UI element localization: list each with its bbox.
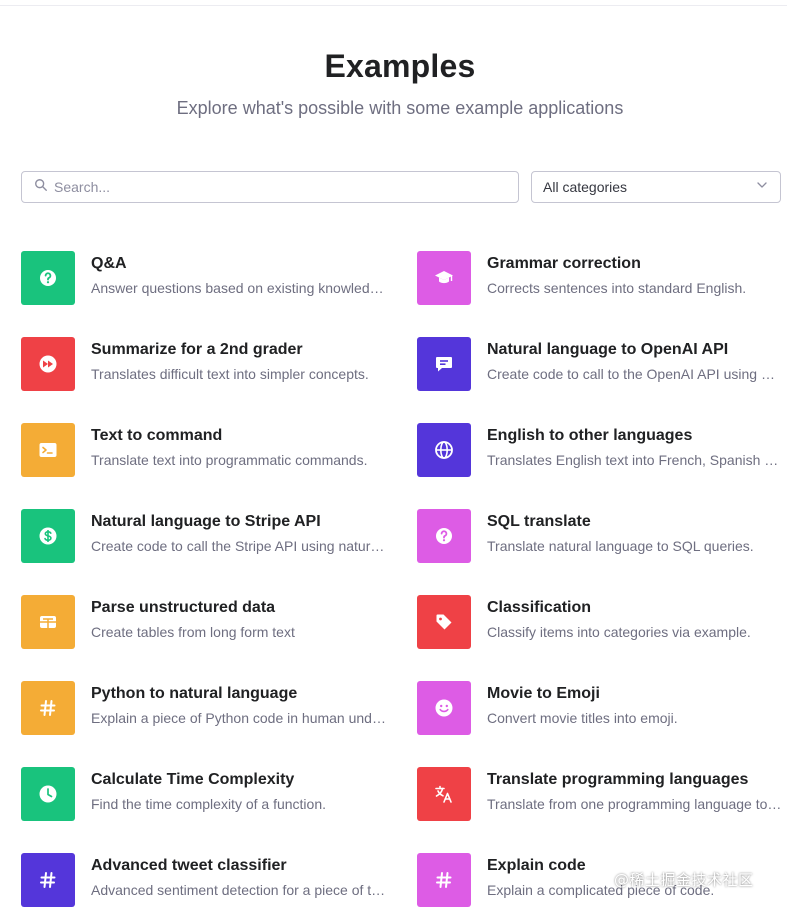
- example-title: Translate programming languages: [487, 771, 749, 788]
- example-title: Calculate Time Complexity: [91, 771, 295, 788]
- example-title: Parse unstructured data: [91, 599, 276, 616]
- search-input[interactable]: [54, 179, 494, 195]
- globe-icon: [417, 423, 471, 477]
- search-box[interactable]: [21, 171, 519, 203]
- search-icon: [34, 178, 48, 197]
- example-card[interactable]: SQL translate Translate natural language …: [417, 509, 787, 565]
- example-description: Translate text into programmatic command…: [91, 452, 368, 468]
- example-description: Advanced sentiment detection for a piece…: [91, 882, 386, 898]
- example-card[interactable]: Movie to Emoji Convert movie titles into …: [417, 681, 787, 737]
- example-description: Create code to call to the OpenAI API us…: [487, 366, 782, 382]
- page-subtitle: Explore what's possible with some exampl…: [176, 98, 624, 118]
- example-description: Translates English text into French, Spa…: [487, 452, 782, 468]
- example-card[interactable]: Q&A Answer questions based on existing kn…: [21, 251, 391, 307]
- example-card[interactable]: Python to natural language Explain a piec…: [21, 681, 391, 737]
- example-title: Classification: [487, 599, 592, 616]
- fast-forward-icon: [21, 337, 75, 391]
- clock-icon: [21, 767, 75, 821]
- example-text: Q&A Answer questions based on existing kn…: [91, 251, 391, 296]
- example-card[interactable]: English to other languages Translates Eng…: [417, 423, 787, 479]
- example-card[interactable]: Advanced tweet classifier Advanced sentim…: [21, 853, 391, 909]
- example-description: Translates difficult text into simpler c…: [91, 366, 369, 382]
- example-card[interactable]: Grammar correction Corrects sentences int…: [417, 251, 787, 307]
- dollar-icon: [21, 509, 75, 563]
- example-description: Find the time complexity of a function.: [91, 796, 326, 812]
- watermark: @稀土掘金技术社区: [614, 871, 754, 889]
- example-text: Parse unstructured data Create tables fro…: [91, 595, 391, 640]
- example-text: English to other languages Translates Eng…: [487, 423, 787, 468]
- example-card[interactable]: Natural language to OpenAI API Create cod…: [417, 337, 787, 393]
- example-card[interactable]: Calculate Time Complexity Find the time c…: [21, 767, 391, 823]
- category-select-value: All categories: [543, 179, 628, 195]
- category-select[interactable]: All categories: [531, 171, 781, 203]
- example-text: Text to command Translate text into progr…: [91, 423, 391, 468]
- graduation-cap-icon: [417, 251, 471, 305]
- example-description: Convert movie titles into emoji.: [487, 710, 678, 726]
- top-divider: [0, 5, 787, 6]
- question-icon: [21, 251, 75, 305]
- example-description: Translate natural language to SQL querie…: [487, 538, 754, 554]
- example-description: Corrects sentences into standard English…: [487, 280, 747, 296]
- example-card[interactable]: Summarize for a 2nd grader Translates dif…: [21, 337, 391, 393]
- example-text: Natural language to OpenAI API Create cod…: [487, 337, 787, 382]
- example-title: Natural language to OpenAI API: [487, 341, 729, 358]
- example-text: Calculate Time Complexity Find the time c…: [91, 767, 391, 812]
- example-description: Create tables from long form text: [91, 624, 295, 640]
- example-text: SQL translate Translate natural language …: [487, 509, 787, 554]
- example-description: Classify items into categories via examp…: [487, 624, 751, 640]
- example-text: Classification Classify items into catego…: [487, 595, 787, 640]
- example-text: Natural language to Stripe API Create cod…: [91, 509, 391, 554]
- table-icon: [21, 595, 75, 649]
- example-title: English to other languages: [487, 427, 693, 444]
- hash-icon: [21, 681, 75, 735]
- example-description: Answer questions based on existing knowl…: [91, 280, 386, 296]
- example-card[interactable]: Parse unstructured data Create tables fro…: [21, 595, 391, 651]
- example-description: Create code to call the Stripe API using…: [91, 538, 386, 554]
- example-title: SQL translate: [487, 513, 591, 530]
- example-text: Movie to Emoji Convert movie titles into …: [487, 681, 787, 726]
- example-title: Text to command: [91, 427, 223, 444]
- example-text: Python to natural language Explain a piec…: [91, 681, 391, 726]
- example-title: Python to natural language: [91, 685, 298, 702]
- example-card[interactable]: Classification Classify items into catego…: [417, 595, 787, 651]
- example-card[interactable]: Text to command Translate text into progr…: [21, 423, 391, 479]
- terminal-icon: [21, 423, 75, 477]
- page-title: Examples: [324, 48, 476, 84]
- example-card[interactable]: Natural language to Stripe API Create cod…: [21, 509, 391, 565]
- hash-icon: [21, 853, 75, 907]
- example-text: Summarize for a 2nd grader Translates dif…: [91, 337, 391, 382]
- example-title: Natural language to Stripe API: [91, 513, 321, 530]
- example-text: Grammar correction Corrects sentences int…: [487, 251, 787, 296]
- example-text: Translate programming languages Translate…: [487, 767, 787, 812]
- example-title: Q&A: [91, 255, 127, 272]
- hash-icon: [417, 853, 471, 907]
- translate-icon: [417, 767, 471, 821]
- example-title: Summarize for a 2nd grader: [91, 341, 303, 358]
- example-card[interactable]: Translate programming languages Translate…: [417, 767, 787, 823]
- example-title: Movie to Emoji: [487, 685, 600, 702]
- example-title: Advanced tweet classifier: [91, 857, 287, 874]
- chevron-down-icon: [756, 178, 768, 196]
- example-description: Explain a piece of Python code in human …: [91, 710, 386, 726]
- chat-bubble-icon: [417, 337, 471, 391]
- smiley-icon: [417, 681, 471, 735]
- question-icon: [417, 509, 471, 563]
- example-description: Translate from one programming language …: [487, 796, 782, 812]
- tag-icon: [417, 595, 471, 649]
- example-title: Grammar correction: [487, 255, 641, 272]
- example-text: Advanced tweet classifier Advanced sentim…: [91, 853, 391, 898]
